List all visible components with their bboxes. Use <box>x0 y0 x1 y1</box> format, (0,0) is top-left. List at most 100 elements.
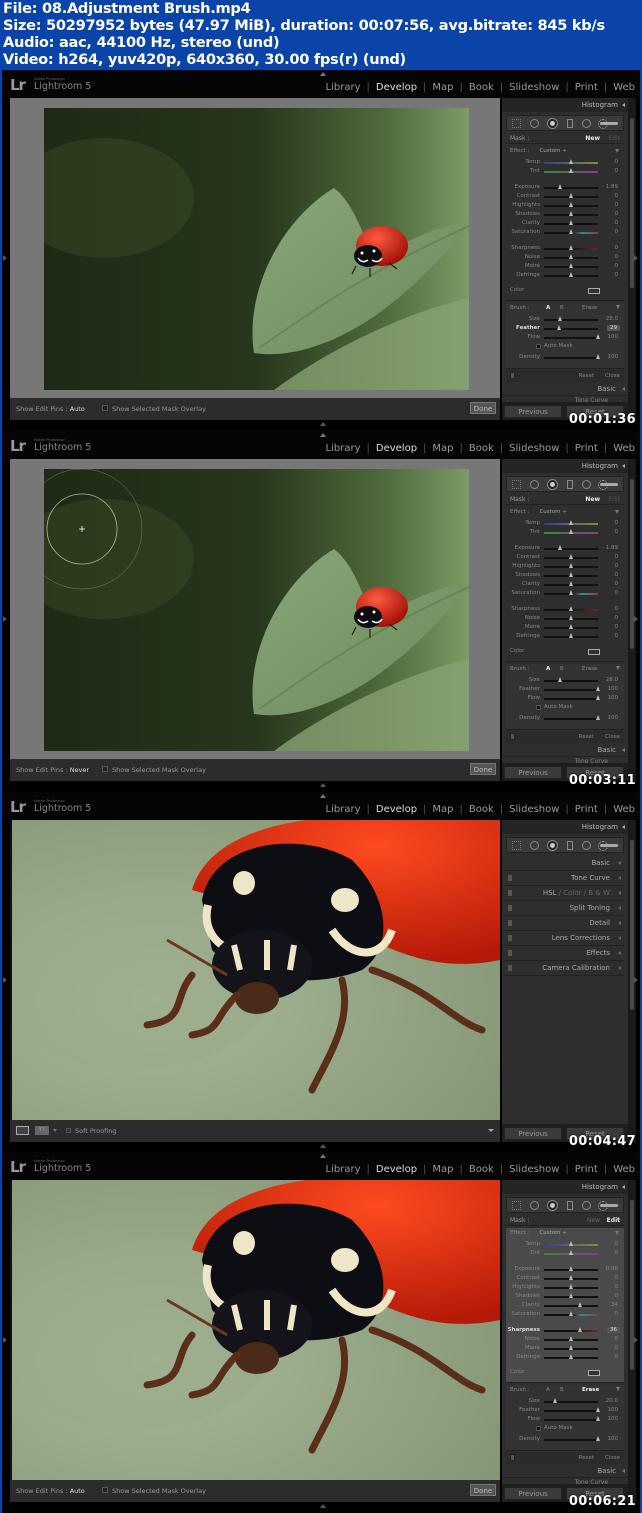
panel-switch-icon[interactable] <box>510 372 515 379</box>
top-panel-toggle-icon[interactable] <box>320 1154 326 1158</box>
show-edit-pins-select[interactable]: Auto <box>70 1487 85 1495</box>
slider-row-clarity[interactable]: Clarity 0 <box>506 580 624 589</box>
slider-value[interactable]: 0 <box>615 529 619 535</box>
slider-value[interactable]: 0 <box>615 1345 619 1351</box>
checkbox-icon[interactable] <box>536 1426 541 1431</box>
ladybug-closeup-photo[interactable] <box>12 1180 500 1480</box>
module-library[interactable]: Library <box>325 82 362 93</box>
module-book[interactable]: Book <box>468 443 495 454</box>
slider-value[interactable]: 0 <box>615 202 619 208</box>
slider-track[interactable] <box>544 1305 598 1307</box>
slider-knob[interactable] <box>568 254 573 259</box>
section-effects[interactable]: Effects <box>504 946 624 961</box>
slider-value[interactable]: 0 <box>615 159 619 165</box>
module-web[interactable]: Web <box>612 804 636 815</box>
slider-value[interactable]: 0 <box>615 1336 619 1342</box>
red-eye-tool-icon[interactable] <box>548 840 558 850</box>
slider-value[interactable]: 0 <box>615 572 619 578</box>
brush-collapse-icon[interactable] <box>616 305 620 309</box>
slider-value[interactable]: 0 <box>615 1250 619 1256</box>
slider-track[interactable] <box>544 718 598 720</box>
slider-knob[interactable] <box>568 563 573 568</box>
previous-button[interactable]: Previous <box>504 1487 562 1500</box>
toolbar-menu-icon[interactable] <box>488 1129 494 1132</box>
top-panel-toggle-icon[interactable] <box>320 72 326 76</box>
slider-value[interactable]: 0 <box>615 563 619 569</box>
brush-a-button[interactable]: A <box>546 666 550 672</box>
brush-b-button[interactable]: B <box>560 305 564 311</box>
slider-track[interactable] <box>544 357 598 359</box>
module-print[interactable]: Print <box>574 1164 599 1175</box>
slider-track[interactable] <box>544 689 598 691</box>
slider-row-shadows[interactable]: Shadows 0 <box>506 571 624 580</box>
panel-switch-icon[interactable] <box>510 1454 515 1461</box>
slider-track[interactable] <box>544 1439 598 1441</box>
slider-row-highlights[interactable]: Highlights 0 <box>506 562 624 571</box>
top-panel-toggle-icon[interactable] <box>320 794 326 798</box>
brush-collapse-icon[interactable] <box>616 666 620 670</box>
section-detail[interactable]: Detail <box>504 916 624 931</box>
brush-b-button[interactable]: B <box>560 1387 564 1393</box>
slider-row-clarity[interactable]: Clarity 0 <box>506 219 624 228</box>
slider-row-contrast[interactable]: Contrast 0 <box>506 192 624 201</box>
slider-knob[interactable] <box>595 695 600 700</box>
module-web[interactable]: Web <box>612 82 636 93</box>
red-eye-tool-icon[interactable] <box>548 118 558 128</box>
module-slideshow[interactable]: Slideshow <box>508 82 560 93</box>
slider-knob[interactable] <box>568 168 573 173</box>
slider-knob[interactable] <box>595 1407 600 1412</box>
slider-value[interactable]: 0 <box>615 624 619 630</box>
slider-row-exposure[interactable]: Exposure - 1.89 <box>506 183 624 192</box>
module-develop[interactable]: Develop <box>375 1164 418 1175</box>
slider-row-moir[interactable]: Moiré 0 <box>506 623 624 632</box>
effect-collapse-icon[interactable] <box>615 149 619 153</box>
spot-removal-tool-icon[interactable] <box>529 118 539 128</box>
section-switch-icon[interactable] <box>508 935 512 941</box>
before-after-view-icon[interactable]: YY <box>35 1126 49 1135</box>
adjustment-brush-tool-icon[interactable] <box>598 118 619 129</box>
slider-value[interactable]: - 1.89 <box>602 545 618 551</box>
slider-value[interactable]: 0 <box>615 554 619 560</box>
module-print[interactable]: Print <box>574 82 599 93</box>
section-switch-icon[interactable] <box>508 890 512 896</box>
radial-filter-tool-icon[interactable] <box>581 118 591 128</box>
slider-row-exposure[interactable]: Exposure 0.00 <box>506 1265 624 1274</box>
mask-new-button[interactable]: New <box>585 135 600 142</box>
effect-preset-select[interactable]: Custom ÷ <box>539 509 566 515</box>
slider-row-density[interactable]: Density 100 <box>506 1435 624 1444</box>
left-panel-toggle-icon[interactable] <box>3 977 7 983</box>
mask-edit-button[interactable]: Edit <box>607 1217 620 1224</box>
effect-preset-select[interactable]: Custom ÷ <box>539 148 566 154</box>
slider-row-size[interactable]: Size 28.0 <box>506 315 624 324</box>
slider-row-defringe[interactable]: Defringe 0 <box>506 632 624 641</box>
slider-track[interactable] <box>544 698 598 700</box>
color-swatch[interactable] <box>588 288 600 294</box>
graduated-filter-tool-icon[interactable] <box>566 479 573 489</box>
ladybug-leaf-photo[interactable] <box>44 108 469 390</box>
module-map[interactable]: Map <box>431 82 454 93</box>
done-button[interactable]: Done <box>470 402 496 414</box>
soft-proofing-checkbox[interactable] <box>66 1128 71 1133</box>
section-switch-icon[interactable] <box>508 920 512 926</box>
slider-knob[interactable] <box>568 220 573 225</box>
slider-value[interactable]: - 1.89 <box>602 184 618 190</box>
slider-value[interactable]: 100 <box>608 1416 619 1422</box>
slider-knob[interactable] <box>568 1266 573 1271</box>
panel-reset-button[interactable]: Reset <box>579 373 594 379</box>
basic-section-header[interactable]: Basic <box>502 1464 628 1478</box>
slider-row-temp[interactable]: Temp 0 <box>506 1240 624 1249</box>
color-tab[interactable]: Color <box>563 889 581 897</box>
section-switch-icon[interactable] <box>508 950 512 956</box>
graduated-filter-tool-icon[interactable] <box>566 840 573 850</box>
slider-knob[interactable] <box>577 1302 582 1307</box>
slider-row-temp[interactable]: Temp 0 <box>506 519 624 528</box>
mask-new-button[interactable]: New <box>587 1217 600 1224</box>
module-slideshow[interactable]: Slideshow <box>508 1164 560 1175</box>
module-print[interactable]: Print <box>574 804 599 815</box>
basic-section-header[interactable]: Basic <box>502 743 628 757</box>
brush-a-button[interactable]: A <box>546 305 550 311</box>
slider-value[interactable]: 20.0 <box>606 1398 618 1404</box>
slider-row-flow[interactable]: Flow 100 <box>506 694 624 703</box>
slider-value[interactable]: 0 <box>615 1311 619 1317</box>
slider-knob[interactable] <box>557 316 562 321</box>
